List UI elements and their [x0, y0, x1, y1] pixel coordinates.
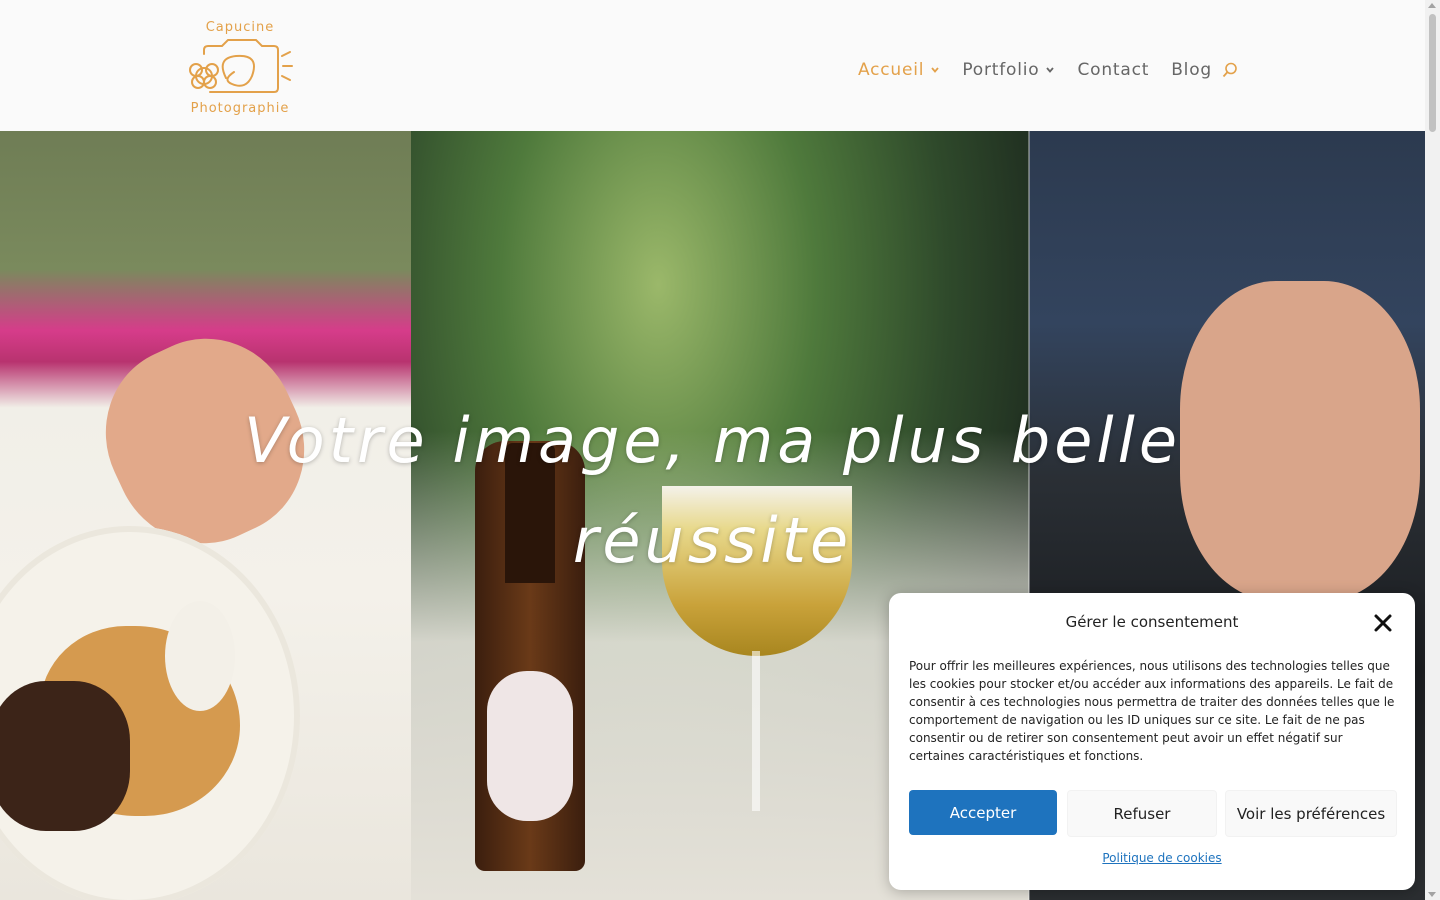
chevron-down-icon — [1046, 67, 1055, 73]
logo-line1: Capucine — [205, 20, 275, 35]
cookie-consent-dialog: Gérer le consentement Pour offrir les me… — [889, 593, 1415, 890]
camera-flower-logo-icon — [189, 39, 293, 93]
nav-item-label: Accueil — [858, 60, 925, 80]
nav-item-label: Contact — [1077, 60, 1150, 80]
cookie-policy-link[interactable]: Politique de cookies — [889, 851, 1415, 865]
cake-shape — [0, 681, 130, 831]
hero-title-line2: réussite — [572, 504, 853, 577]
glass-stem-shape — [752, 651, 760, 811]
nav-item-label: Blog — [1171, 60, 1212, 80]
chevron-down-icon — [931, 67, 939, 73]
main-nav: Accueil Portfolio Contact Blog — [858, 60, 1234, 80]
nav-item-accueil[interactable]: Accueil — [858, 60, 940, 80]
cookie-dialog-text: Pour offrir les meilleures expériences, … — [909, 659, 1395, 763]
page-scrollbar[interactable] — [1425, 0, 1440, 900]
site-header: Capucine Photographie Accueil Portfolio — [0, 0, 1425, 131]
close-icon[interactable] — [1373, 613, 1393, 633]
hero-title: Votre image, ma plus belle réussite — [0, 391, 1425, 591]
search-icon[interactable] — [1222, 62, 1238, 78]
cream-shape — [165, 601, 235, 711]
scrollbar-thumb[interactable] — [1429, 14, 1436, 132]
scroll-up-arrow-icon[interactable] — [1428, 3, 1436, 8]
bottle-label-shape — [487, 671, 573, 821]
accept-button[interactable]: Accepter — [909, 790, 1057, 835]
scroll-down-arrow-icon[interactable] — [1428, 892, 1436, 897]
hero-title-line1: Votre image, ma plus belle — [244, 404, 1181, 477]
site-logo[interactable]: Capucine Photographie — [186, 18, 294, 120]
nav-item-contact[interactable]: Contact — [1077, 60, 1149, 80]
logo-line2: Photographie — [190, 101, 290, 116]
nav-item-blog[interactable]: Blog — [1171, 60, 1212, 80]
nav-item-label: Portfolio — [962, 60, 1040, 80]
view-preferences-button[interactable]: Voir les préférences — [1225, 790, 1397, 837]
nav-item-portfolio[interactable]: Portfolio — [962, 60, 1055, 80]
cookie-dialog-title: Gérer le consentement — [1065, 613, 1239, 631]
refuse-button[interactable]: Refuser — [1067, 790, 1217, 837]
